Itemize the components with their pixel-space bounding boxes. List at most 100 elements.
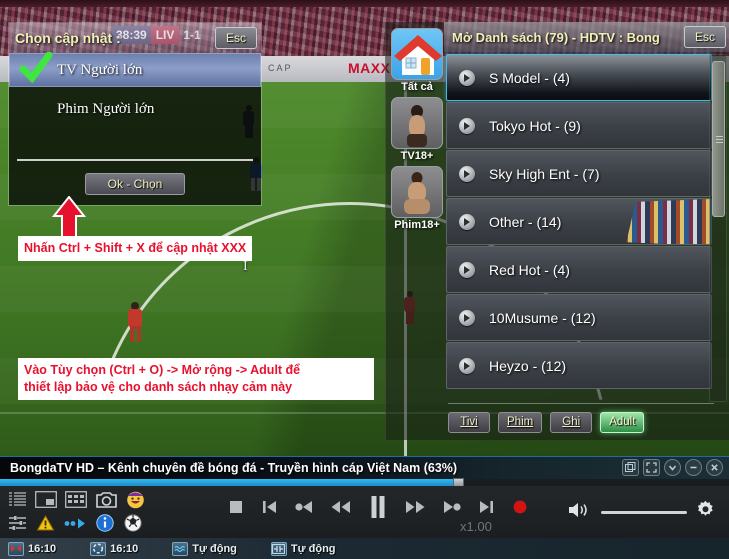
- seek-bar[interactable]: [0, 478, 729, 487]
- playlist-icon[interactable]: [8, 491, 27, 513]
- update-option-movie-adult[interactable]: Phim Người lớn: [9, 87, 261, 131]
- list-item-label: Sky High Ent - (7): [489, 165, 600, 182]
- sidebar-label: TV18+: [400, 150, 434, 162]
- audio-sync-icon: [172, 541, 189, 556]
- list-panel-esc-button[interactable]: Esc: [684, 26, 726, 48]
- taskbar-item-audio-sync[interactable]: Tự động: [172, 541, 237, 556]
- picture-in-picture-icon[interactable]: [35, 491, 57, 513]
- taskbar-item-aspect-ratio[interactable]: Tự động: [270, 541, 336, 556]
- gear-icon[interactable]: [696, 500, 715, 524]
- list-item[interactable]: 10Musume - (12): [446, 294, 712, 341]
- restore-icon[interactable]: [622, 459, 639, 476]
- list-item[interactable]: Heyzo - (12): [446, 342, 712, 389]
- taskbar-item-subtitle-time[interactable]: 16:10: [8, 541, 56, 556]
- update-dialog-titlebar: Chọn cập nhật : Esc: [9, 23, 261, 53]
- fullscreen-icon[interactable]: [643, 459, 660, 476]
- update-dialog: Chọn cập nhật : Esc TV Người lớn Phim Ng…: [8, 22, 262, 206]
- sidebar-item-tv18[interactable]: TV18+: [386, 97, 448, 162]
- list-item-label: Tokyo Hot - (9): [489, 117, 581, 134]
- record-icon[interactable]: [512, 499, 528, 520]
- tag-button-phim[interactable]: Phim: [498, 411, 543, 433]
- list-item-count: (12): [541, 357, 567, 374]
- tag-button-ghi[interactable]: Ghi: [550, 411, 593, 433]
- minimize-to-tray-icon[interactable]: [664, 459, 681, 476]
- volume-slider[interactable]: [601, 510, 687, 514]
- category-sidebar: Tất cả TV18+ Phim18+: [386, 28, 448, 235]
- tag-button-adult[interactable]: Adult: [600, 411, 645, 433]
- list-item-name: S Model: [489, 69, 541, 86]
- equalizer-icon[interactable]: [8, 515, 27, 536]
- next-step-icon[interactable]: [64, 517, 86, 535]
- play-icon: [459, 165, 475, 182]
- update-dialog-esc-button[interactable]: Esc: [215, 27, 257, 49]
- list-item[interactable]: Other - (14): [446, 198, 712, 245]
- volume-control: [568, 500, 715, 524]
- scrollbar-thumb[interactable]: [712, 61, 725, 217]
- taskbar-item-buffer-time[interactable]: 16:10: [90, 541, 138, 556]
- list-item-name: Red Hot: [489, 261, 541, 278]
- list-item-count: (4): [552, 69, 570, 86]
- stadium-roof: [0, 0, 729, 7]
- play-icon: [459, 213, 475, 230]
- update-option-tv-adult[interactable]: TV Người lớn: [9, 51, 261, 87]
- sidebar-item-all[interactable]: Tất cả: [386, 28, 448, 93]
- snapshot-icon[interactable]: [95, 490, 118, 514]
- list-item[interactable]: Tokyo Hot - (9): [446, 102, 712, 149]
- rewind-frame-icon[interactable]: [295, 499, 313, 520]
- play-icon: [459, 261, 475, 278]
- adult-movie-thumb: [391, 166, 443, 218]
- list-item-label: 10Musume - (12): [489, 309, 596, 326]
- ad-left-text: CAP: [268, 63, 293, 73]
- list-item-label: Red Hot - (4): [489, 261, 570, 278]
- stop-icon[interactable]: [228, 499, 244, 520]
- list-scrollbar[interactable]: [709, 54, 727, 402]
- volume-icon[interactable]: [568, 501, 592, 524]
- tag-button-tivi[interactable]: Tivi: [448, 411, 490, 433]
- player-titlebar[interactable]: BongdaTV HD – Kênh chuyên đề bóng đá - T…: [0, 457, 729, 479]
- playback-speed-label: x1.00: [460, 519, 492, 534]
- adult-tv-thumb: [391, 97, 443, 149]
- window-buttons: [622, 459, 723, 476]
- seek-progress: [0, 479, 460, 486]
- list-item[interactable]: Sky High Ent - (7): [446, 150, 712, 197]
- info-icon[interactable]: [96, 514, 114, 537]
- channel-list: S Model - (4) Tokyo Hot - (9) Sky High E…: [446, 54, 712, 402]
- warning-icon[interactable]: [36, 514, 55, 536]
- player-title: BongdaTV HD – Kênh chuyên đề bóng đá - T…: [10, 461, 458, 475]
- grid-view-icon[interactable]: [65, 491, 87, 513]
- close-icon[interactable]: [706, 459, 723, 476]
- note-text-line2: thiết lập bảo vệ cho danh sách nhạy cảm …: [24, 379, 293, 394]
- home-icon: [391, 28, 443, 80]
- minimize-icon[interactable]: [685, 459, 702, 476]
- list-item-label: S Model - (4): [489, 69, 570, 86]
- pitch-player: [127, 300, 143, 346]
- sidebar-label: Tất cả: [401, 81, 433, 93]
- update-dialog-title: Chọn cập nhật :: [15, 30, 121, 46]
- fast-forward-icon[interactable]: [405, 499, 425, 520]
- update-ok-button[interactable]: Ok - Chọn: [85, 173, 185, 195]
- pause-icon[interactable]: [369, 496, 387, 523]
- play-icon: [459, 69, 475, 86]
- list-item-count: (9): [563, 117, 581, 134]
- sidebar-item-phim18[interactable]: Phim18+: [386, 166, 448, 231]
- update-dialog-body: TV Người lớn Phim Người lớn Ok - Chọn: [9, 51, 261, 205]
- list-item-count: (4): [552, 261, 570, 278]
- list-panel-title: Mở Danh sách (79) - HDTV : Bong: [452, 29, 660, 45]
- emoji-icon[interactable]: [126, 490, 145, 514]
- list-item[interactable]: Red Hot - (4): [446, 246, 712, 293]
- football-icon[interactable]: [124, 514, 142, 537]
- list-item-name: Sky High Ent: [489, 165, 570, 182]
- list-item-count: (12): [570, 309, 596, 326]
- taskbar-label: Tự động: [290, 542, 336, 555]
- list-item[interactable]: S Model - (4): [446, 54, 712, 101]
- play-icon: [459, 357, 475, 374]
- list-container: Mở Danh sách (79) - HDTV : Bong Esc S Mo…: [444, 22, 729, 440]
- next-icon[interactable]: [479, 499, 494, 520]
- rewind-icon[interactable]: [331, 499, 351, 520]
- previous-icon[interactable]: [262, 499, 277, 520]
- forward-frame-icon[interactable]: [443, 499, 461, 520]
- tool-icons-row-1: [8, 490, 145, 514]
- category-tag-buttons: Tivi Phim Ghi Adult: [448, 403, 718, 434]
- play-icon: [459, 117, 475, 134]
- preview-thumbnails: [626, 199, 711, 244]
